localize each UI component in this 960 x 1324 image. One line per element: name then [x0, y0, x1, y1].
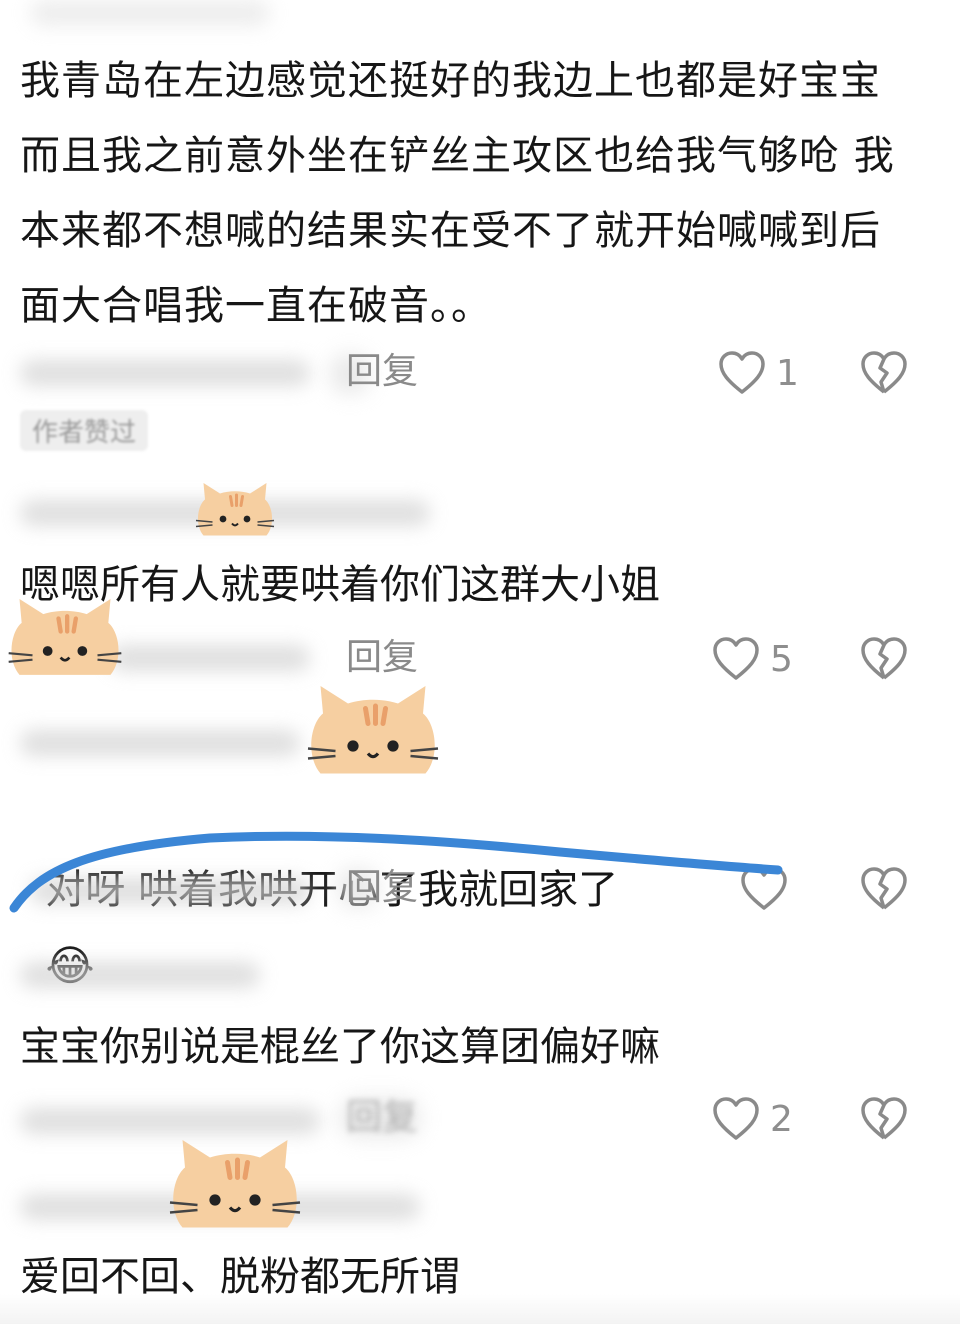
cat-face-sticker	[307, 686, 439, 774]
heart-outline-icon	[712, 1096, 760, 1142]
broken-heart-icon	[860, 866, 908, 912]
heart-outline-icon	[718, 350, 766, 396]
reply-button[interactable]: 回复	[346, 350, 418, 394]
blurred-meta	[110, 645, 310, 671]
like-count: 2	[770, 1098, 793, 1140]
bottom-fade	[0, 1294, 960, 1324]
like-button[interactable]: 5	[712, 636, 793, 682]
blurred-username	[20, 962, 260, 988]
like-count: 1	[776, 352, 799, 394]
cat-face-sticker	[8, 599, 122, 675]
heart-outline-icon	[712, 636, 760, 682]
broken-heart-icon	[860, 350, 908, 396]
cat-face-sticker	[195, 483, 275, 536]
heart-outline-icon	[740, 866, 788, 912]
dislike-button[interactable]	[860, 350, 908, 396]
dislike-button[interactable]	[860, 1096, 908, 1142]
cat-face-sticker	[169, 1140, 301, 1228]
broken-heart-icon	[860, 1096, 908, 1142]
blurred-meta	[20, 360, 310, 386]
dislike-button[interactable]	[860, 866, 908, 912]
comment-text: 我青岛在左边感觉还挺好的我边上也都是好宝宝 而且我之前意外坐在铲丝主攻区也给我气…	[20, 58, 895, 329]
like-button[interactable]	[740, 866, 788, 912]
like-count: 5	[770, 638, 793, 680]
reply-button[interactable]: 回复	[346, 866, 418, 910]
blurred-username	[20, 730, 300, 756]
broken-heart-icon	[860, 636, 908, 682]
blurred-username	[30, 0, 270, 26]
comment-text: 宝宝你别说是棍丝了你这算团偏好嘛	[20, 1024, 660, 1070]
like-button[interactable]: 2	[712, 1096, 793, 1142]
dislike-button[interactable]	[860, 636, 908, 682]
reply-button[interactable]: 回复	[346, 1096, 418, 1140]
author-liked-badge: 作者赞过	[20, 410, 149, 451]
like-button[interactable]: 1	[718, 350, 799, 396]
reply-button[interactable]: 回复	[346, 636, 418, 680]
blurred-meta	[30, 878, 310, 904]
